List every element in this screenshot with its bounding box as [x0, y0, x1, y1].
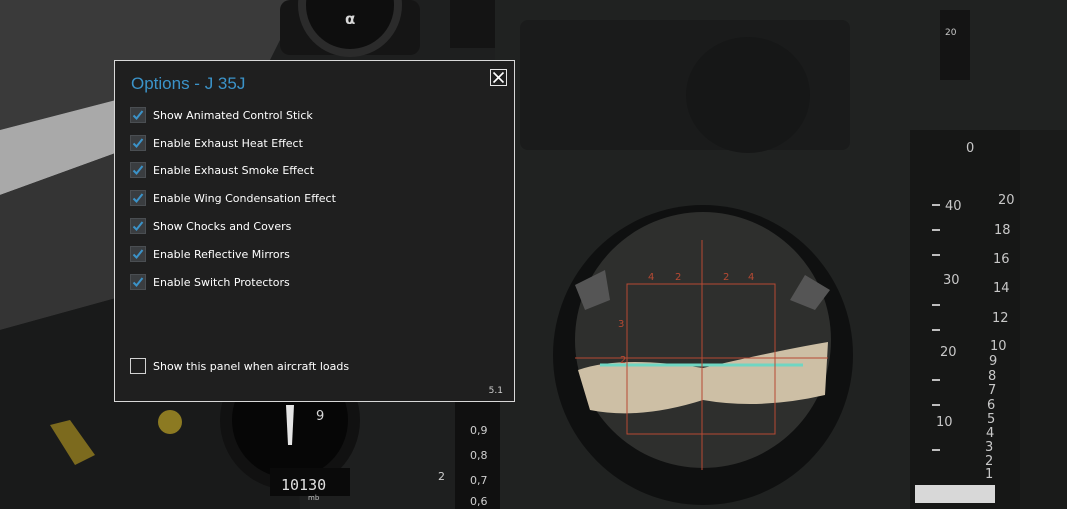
tape-right-label: 6 — [987, 398, 995, 413]
tape-left-label: 10 — [936, 415, 953, 430]
tape-right-label: 3 — [985, 440, 993, 455]
dialog-title: Options - J 35J — [131, 74, 246, 93]
tape-right-label: 12 — [992, 311, 1009, 326]
checkmark-icon — [132, 249, 144, 259]
gauge-scale-label: 0,6 — [470, 495, 488, 508]
tape-left-label: 30 — [943, 273, 960, 288]
option-enable-exhaust-smoke-effect[interactable]: Enable Exhaust Smoke Effect — [130, 161, 314, 179]
option-enable-switch-protectors[interactable]: Enable Switch Protectors — [130, 273, 290, 291]
gauge-scale-label: 0,7 — [470, 474, 488, 487]
close-button[interactable] — [490, 69, 507, 86]
tape-right-label: 14 — [993, 281, 1010, 296]
option-enable-reflective-mirrors[interactable]: Enable Reflective Mirrors — [130, 245, 290, 263]
option-enable-exhaust-heat-effect[interactable]: Enable Exhaust Heat Effect — [130, 134, 303, 152]
airspeed-dial-label: 9 — [316, 409, 324, 424]
tape-right-label: 20 — [998, 193, 1015, 208]
gauge-scale-label: 0,8 — [470, 449, 488, 462]
alpha-symbol: α — [345, 10, 355, 28]
checkbox[interactable] — [130, 135, 146, 151]
sight-label: 3 — [618, 319, 624, 330]
option-show-chocks-and-covers[interactable]: Show Chocks and Covers — [130, 217, 291, 235]
tape-left-label: 40 — [945, 199, 962, 214]
tape-top-label: 0 — [966, 141, 974, 156]
option-label: Show Chocks and Covers — [153, 219, 292, 233]
sight-label: 2 — [723, 272, 729, 283]
tape-right-label: 5 — [987, 412, 995, 427]
sight-label: 2 — [620, 355, 626, 366]
gauge-scale-label: 0,9 — [470, 424, 488, 437]
checkbox[interactable] — [130, 358, 146, 374]
option-label: Enable Switch Protectors — [153, 275, 290, 289]
checkbox[interactable] — [130, 246, 146, 262]
option-enable-wing-condensation-effect[interactable]: Enable Wing Condensation Effect — [130, 189, 336, 207]
tape-right-label: 16 — [993, 252, 1010, 267]
tape-right-label: 9 — [989, 354, 997, 369]
checkmark-icon — [132, 221, 144, 231]
corner-label: 20 — [945, 28, 957, 38]
tape-right-label: 1 — [985, 467, 993, 482]
option-label: Enable Exhaust Smoke Effect — [153, 163, 314, 177]
tape-right-label: 7 — [988, 383, 996, 398]
sight-label: 4 — [748, 272, 754, 283]
checkbox[interactable] — [130, 190, 146, 206]
checkbox[interactable] — [130, 107, 146, 123]
tape-right-label: 4 — [986, 426, 994, 441]
option-show-panel-on-load[interactable]: Show this panel when aircraft loads — [130, 357, 349, 375]
checkmark-icon — [132, 110, 144, 120]
tape-right-label: 18 — [994, 223, 1011, 238]
checkmark-icon — [132, 165, 144, 175]
options-dialog: Options - J 35J Show Animated Control St… — [114, 60, 515, 402]
checkbox[interactable] — [130, 218, 146, 234]
option-label: Show this panel when aircraft loads — [153, 359, 350, 373]
checkbox[interactable] — [130, 274, 146, 290]
gauge-scale-digit: 2 — [438, 470, 445, 483]
checkmark-icon — [132, 138, 144, 148]
option-show-animated-control-stick[interactable]: Show Animated Control Stick — [130, 106, 313, 124]
tape-left-label: 20 — [940, 345, 957, 360]
altimeter-unit: mb — [308, 494, 320, 502]
checkmark-icon — [132, 193, 144, 203]
version-label: 5.1 — [488, 386, 503, 396]
close-icon — [492, 71, 505, 84]
sight-label: 2 — [675, 272, 681, 283]
option-label: Enable Reflective Mirrors — [153, 247, 290, 261]
checkmark-icon — [132, 277, 144, 287]
sight-label: 4 — [648, 272, 654, 283]
tape-right-label: 8 — [988, 369, 996, 384]
option-label: Show Animated Control Stick — [153, 108, 313, 122]
tape-right-label: 10 — [990, 339, 1007, 354]
option-label: Enable Exhaust Heat Effect — [153, 136, 303, 150]
checkbox[interactable] — [130, 162, 146, 178]
altimeter-digits: 10130 — [281, 476, 326, 494]
option-label: Enable Wing Condensation Effect — [153, 191, 336, 205]
